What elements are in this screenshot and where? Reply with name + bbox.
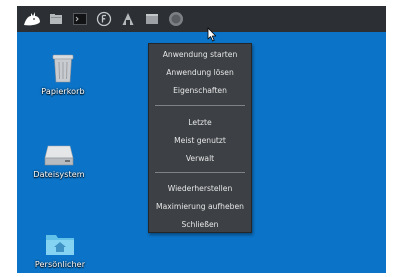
show-desktop-button[interactable] [45, 8, 67, 30]
menu-item-restore[interactable]: Wiederherstellen [149, 181, 251, 196]
trash-icon [52, 54, 74, 83]
desktop-icon-home[interactable]: Persönlicher [24, 232, 96, 269]
desktop-icon-label: Papierkorb [41, 87, 85, 96]
menu-item-launch-app[interactable]: Anwendung starten [149, 47, 251, 62]
firefox-button[interactable] [93, 8, 115, 30]
drive-icon [44, 145, 74, 166]
menu-item-close[interactable]: Schließen [149, 217, 251, 232]
xfce-menu-button[interactable] [21, 8, 43, 30]
window-button[interactable] [141, 8, 163, 30]
terminal-icon [73, 13, 87, 25]
menu-item-unmaximize[interactable]: Maximierung aufheben [149, 199, 251, 214]
firefox-icon [96, 11, 112, 27]
top-panel [17, 6, 386, 32]
menu-separator [155, 172, 245, 173]
show-desktop-icon [50, 14, 62, 24]
menu-item-recent[interactable]: Letzte [149, 115, 251, 130]
menu-item-properties[interactable]: Eigenschaften [149, 83, 251, 98]
terminal-button[interactable] [69, 8, 91, 30]
desktop-icon-label: Persönlicher [34, 260, 86, 269]
desktop-icon-filesystem[interactable]: Dateisystem [23, 144, 95, 179]
menu-item-remove-app[interactable]: Anwendung lösen [149, 65, 251, 80]
desktop-icon-label: Dateisystem [33, 170, 85, 179]
power-button[interactable] [165, 8, 187, 30]
app-launcher-icon [122, 13, 134, 25]
menu-item-manage[interactable]: Verwalt [149, 151, 251, 166]
xfce-menu-icon [24, 12, 40, 26]
app-launcher-button[interactable] [117, 8, 139, 30]
window-icon [146, 14, 158, 24]
desktop-screen: Papierkorb Dateisystem Persönlicher Anwe… [17, 6, 386, 273]
mouse-cursor-icon [207, 27, 217, 42]
context-menu: Anwendung starten Anwendung lösen Eigens… [148, 43, 252, 233]
home-folder-icon [46, 235, 74, 255]
menu-separator [155, 105, 245, 106]
menu-item-most-used[interactable]: Meist genutzt [149, 133, 251, 148]
power-icon [169, 12, 183, 26]
desktop-icon-trash[interactable]: Papierkorb [27, 53, 99, 96]
